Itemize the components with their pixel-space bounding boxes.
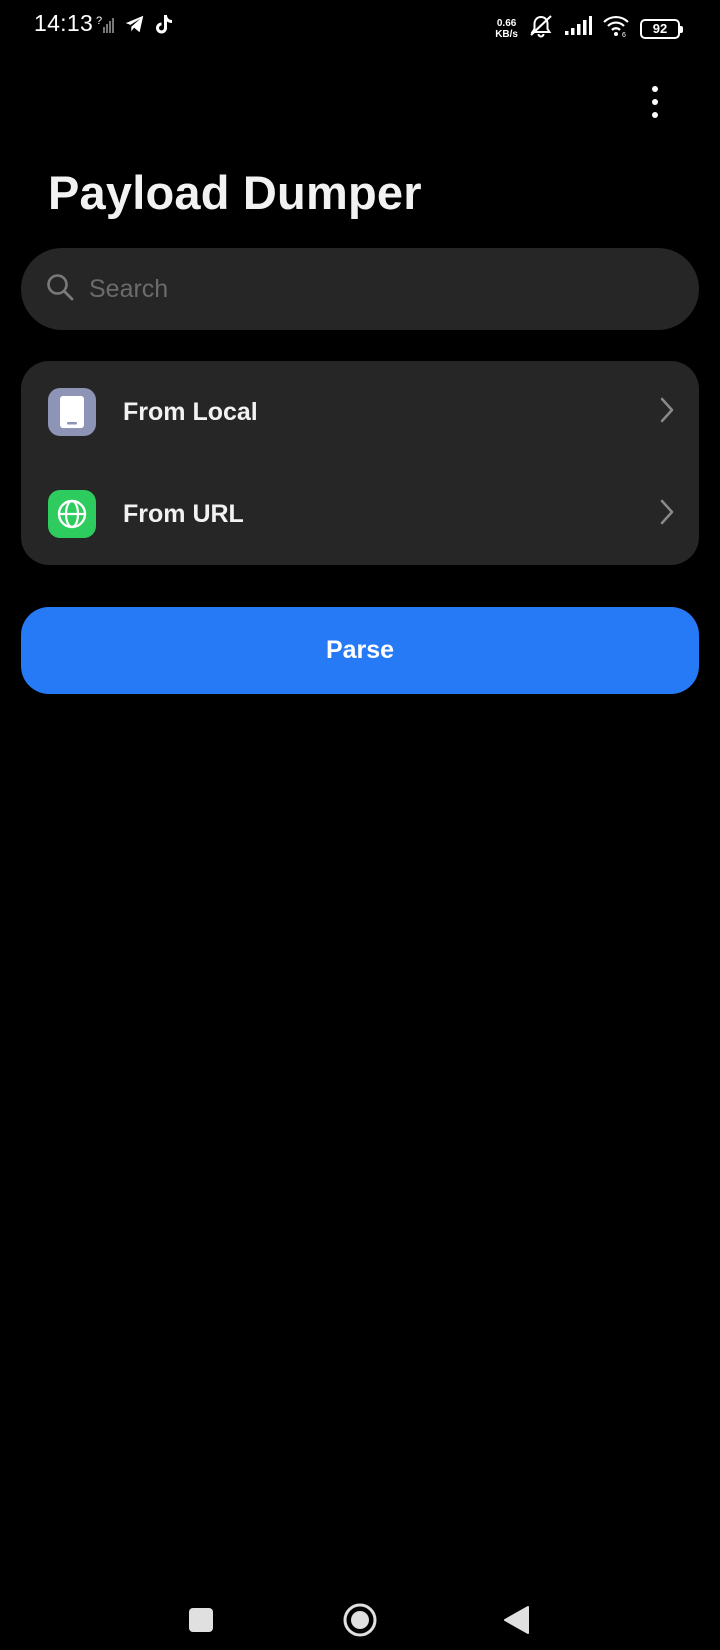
chevron-right-icon [659,396,675,429]
wifi-icon: 6 [602,15,630,42]
battery-level: 92 [652,21,668,36]
search-input[interactable] [89,274,649,304]
search-bar[interactable] [21,248,699,330]
cell-signal-icon [564,16,592,41]
status-time: 14:13 [34,10,94,36]
sim-no-signal-icon: ? [96,13,116,40]
battery-icon: 92 [640,18,683,39]
telegram-icon [124,13,146,40]
back-icon[interactable] [486,1590,546,1650]
svg-text:6: 6 [622,32,626,37]
page-title: Payload Dumper [48,166,422,219]
search-icon [45,272,75,307]
from-local-item[interactable]: From Local [21,361,699,463]
system-status: 0.66 KB/s 6 92 [495,14,683,43]
svg-text:?: ? [96,15,102,27]
menu-dot [652,112,658,118]
navigation-bar [0,1570,720,1650]
network-speed-unit: KB/s [495,28,518,40]
source-list: From Local From URL [21,361,699,565]
phone-icon [48,388,96,436]
status-bar: 14:13 ? 0.66 KB/s 6 92 [0,0,720,54]
tiktok-icon [154,13,174,40]
bell-muted-icon [528,14,554,43]
menu-dot [652,99,658,105]
menu-dot [652,86,658,92]
recents-icon[interactable] [171,1590,231,1650]
globe-icon [48,490,96,538]
from-url-item[interactable]: From URL [21,463,699,565]
from-url-label: From URL [123,499,244,528]
home-icon[interactable] [330,1590,390,1650]
network-speed-value: 0.66 [496,17,517,29]
more-vertical-icon[interactable] [630,80,680,124]
notification-icons: ? [96,13,174,40]
network-speed: 0.66 KB/s [495,18,518,40]
from-local-label: From Local [123,397,258,426]
app-screen: 14:13 ? 0.66 KB/s 6 92 Payload Dumper Se… [0,0,720,1650]
parse-button[interactable]: Parse [21,607,699,694]
chevron-right-icon [659,498,675,531]
